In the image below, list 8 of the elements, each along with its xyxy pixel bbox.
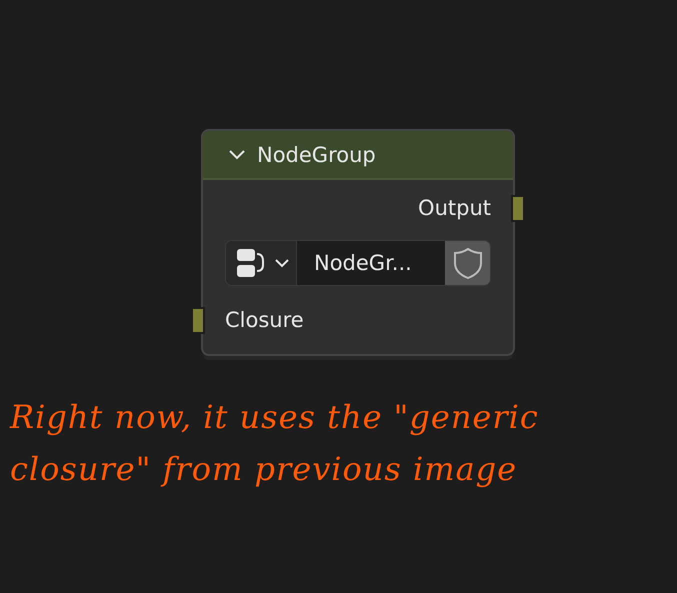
node-title: NodeGroup [257,142,376,166]
handwritten-note: closure" from previous image [9,450,518,488]
handwritten-note: Right now, it uses the "generic [8,398,540,436]
socket-label: Closure [225,308,304,332]
output-socket[interactable] [511,194,525,222]
chevron-icon[interactable] [227,148,247,162]
socket-label: Output [418,196,491,220]
input-socket[interactable] [191,306,205,334]
